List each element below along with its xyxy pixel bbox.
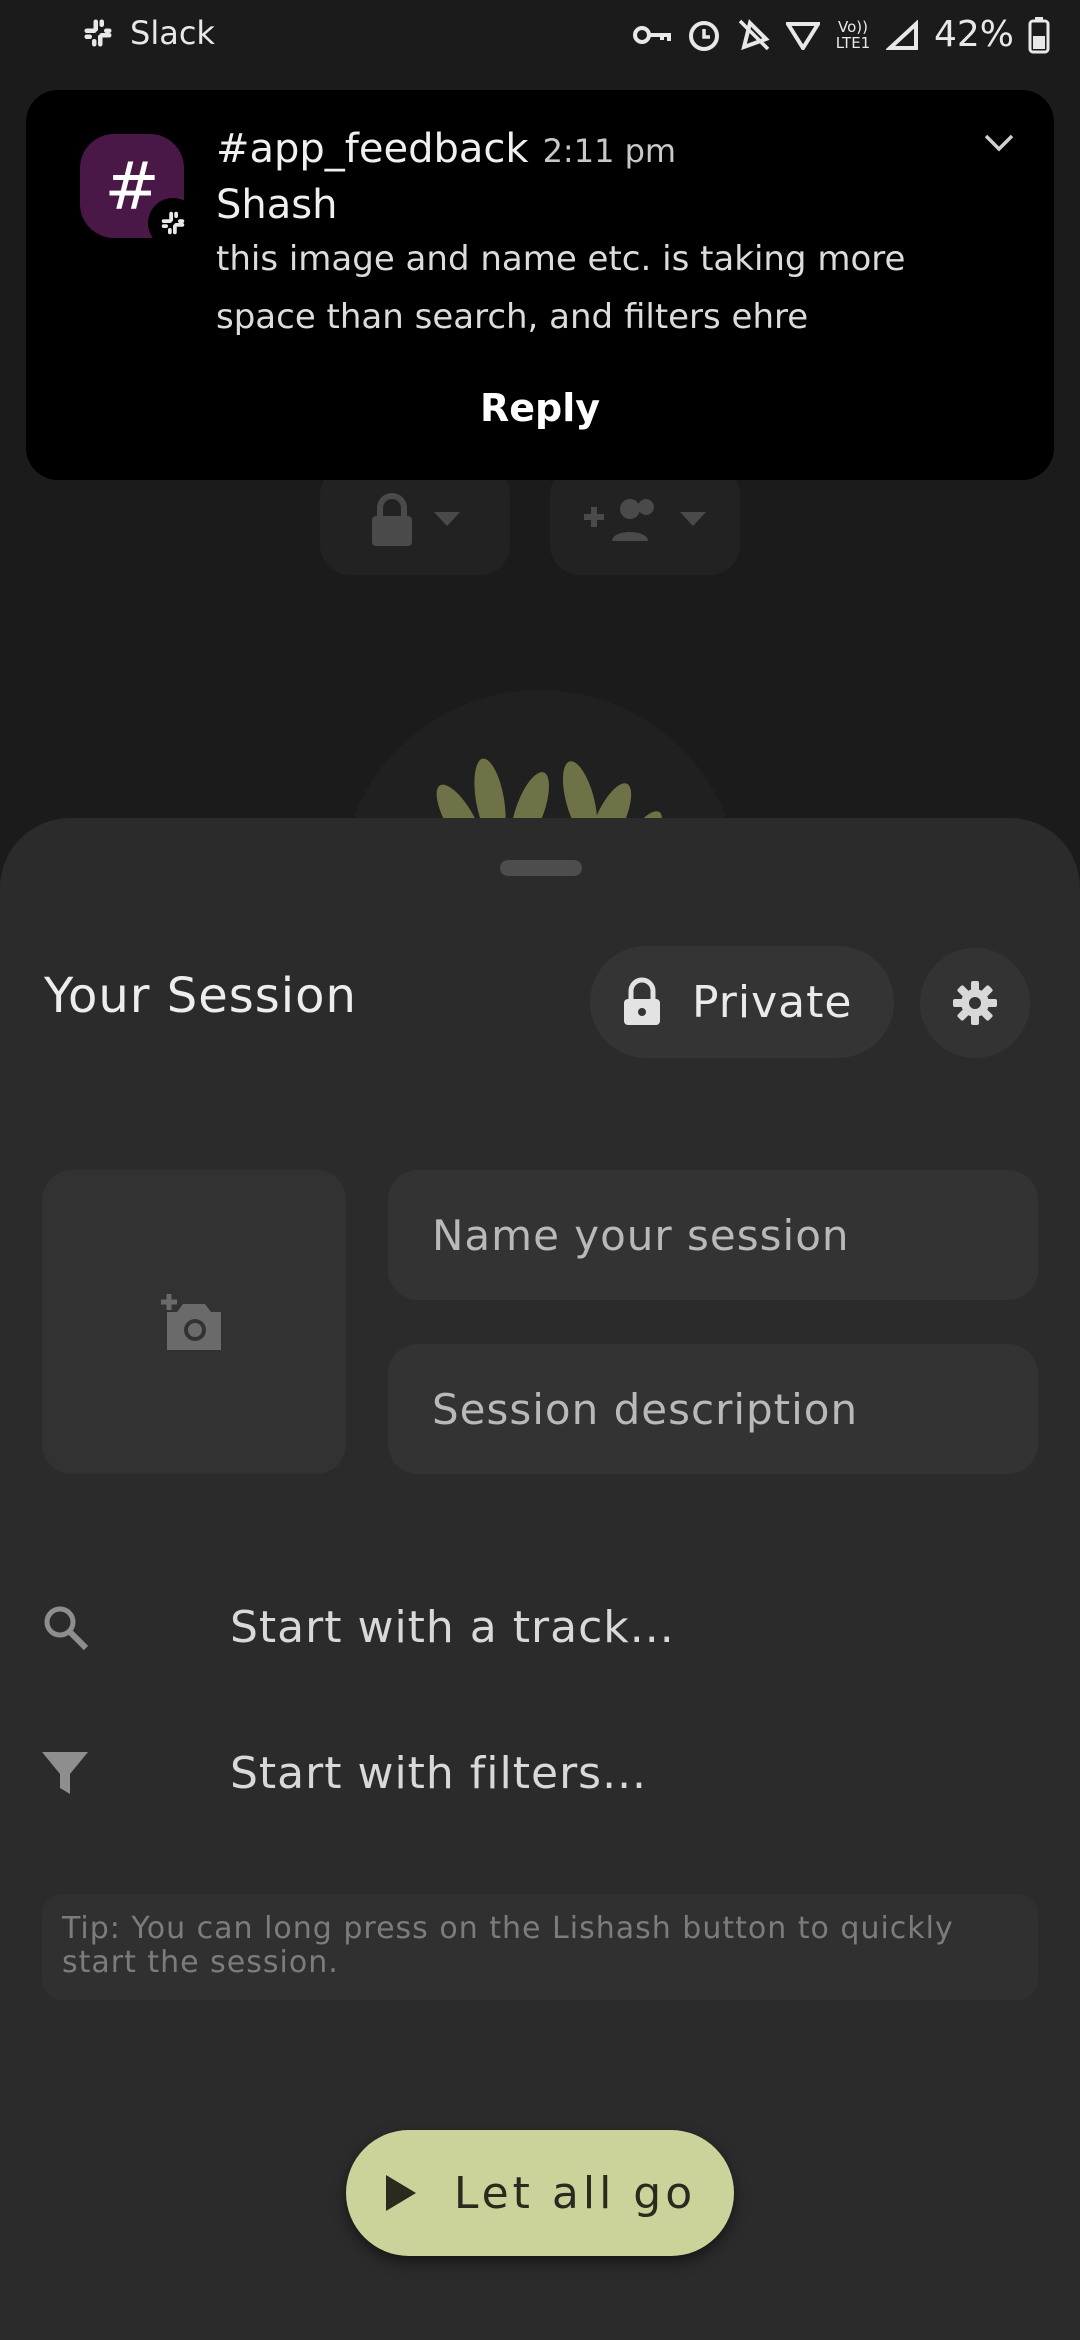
start-with-filters-option[interactable]: Start with filters... xyxy=(40,1718,1040,1828)
battery-percent: 42% xyxy=(933,14,1014,55)
add-camera-icon xyxy=(161,1292,227,1352)
tip-text: Tip: You can long press on the Lishash b… xyxy=(42,1894,1038,2000)
lock-icon xyxy=(370,492,414,548)
let-all-go-button[interactable]: Let all go xyxy=(346,2130,734,2256)
signal-icon xyxy=(885,19,920,50)
expand-chevron-icon[interactable] xyxy=(984,134,1014,152)
add-group-icon xyxy=(584,497,660,543)
settings-button[interactable] xyxy=(920,948,1030,1058)
status-bar-right: Vo)) LTE1 42% xyxy=(632,14,1050,55)
background-lock-chip[interactable] xyxy=(320,465,510,575)
privacy-toggle-button[interactable]: Private xyxy=(590,946,894,1058)
reply-button[interactable]: Reply xyxy=(26,386,1054,430)
filter-icon xyxy=(40,1748,150,1798)
start-with-track-option[interactable]: Start with a track... xyxy=(40,1572,1040,1682)
privacy-label: Private xyxy=(692,976,853,1028)
let-all-go-label: Let all go xyxy=(453,2167,697,2219)
notification-sender: Shash xyxy=(216,182,338,228)
start-with-filters-label: Start with filters... xyxy=(230,1747,648,1799)
background-members-chip[interactable] xyxy=(550,465,740,575)
lock-icon xyxy=(622,977,662,1027)
session-name-input[interactable]: Name your session xyxy=(388,1170,1038,1300)
notification-channel: #app_feedback xyxy=(216,126,529,172)
slack-notification[interactable]: # #app_feedback 2:11 pm Shash this image… xyxy=(26,90,1054,480)
slack-icon xyxy=(80,15,116,51)
alarm-icon xyxy=(686,17,722,53)
start-with-track-label: Start with a track... xyxy=(230,1601,675,1653)
chevron-down-icon xyxy=(680,512,706,528)
session-description-input[interactable]: Session description xyxy=(388,1344,1038,1474)
notification-time: 2:11 pm xyxy=(542,132,677,170)
notification-message: this image and name etc. is taking more … xyxy=(216,239,906,337)
chevron-down-icon xyxy=(434,512,460,528)
battery-icon xyxy=(1028,16,1050,54)
play-icon xyxy=(384,2173,418,2213)
volte-icon: Vo)) LTE1 xyxy=(835,17,871,52)
wifi-icon xyxy=(785,20,820,50)
key-icon xyxy=(632,21,672,49)
background-toolbar xyxy=(0,465,1080,575)
add-photo-button[interactable] xyxy=(42,1170,346,1474)
drag-handle[interactable] xyxy=(500,860,582,876)
status-bar-left: Slack xyxy=(80,14,215,52)
session-bottom-sheet: Your Session Private Name your session S… xyxy=(0,818,1080,2340)
search-icon xyxy=(40,1602,150,1652)
gear-icon xyxy=(951,979,999,1027)
sheet-title: Your Session xyxy=(44,968,357,1024)
mute-icon xyxy=(736,17,772,53)
status-bar: Slack Vo)) LTE1 42% xyxy=(0,0,1080,80)
slack-badge-icon xyxy=(148,198,198,248)
notification-header: #app_feedback 2:11 pm xyxy=(216,126,676,172)
status-app-name: Slack xyxy=(130,14,215,52)
